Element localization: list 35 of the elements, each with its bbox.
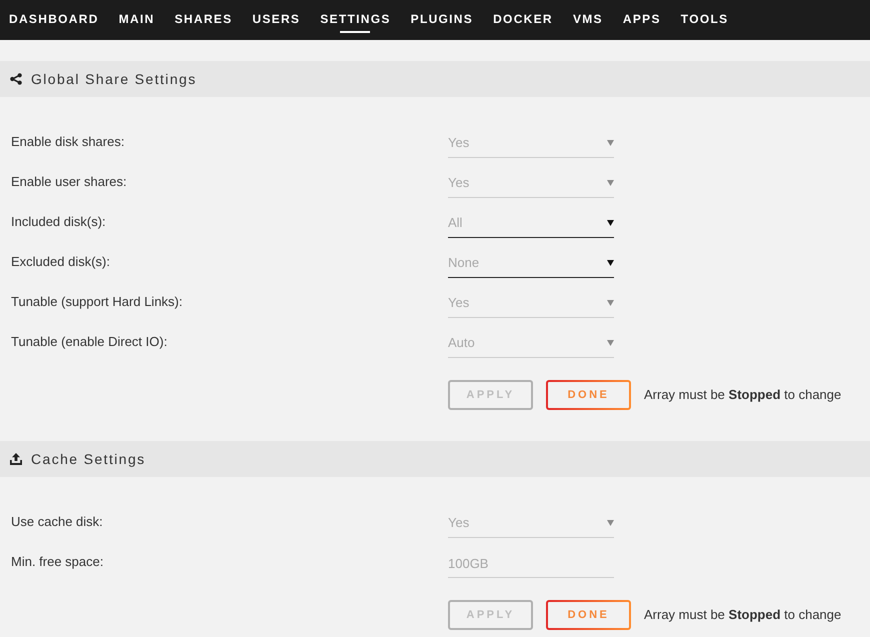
nav-tab[interactable]: PLUGINS (410, 0, 474, 40)
upload-icon (10, 453, 22, 465)
section-title: Cache Settings (31, 450, 146, 469)
action-button[interactable]: DONE (546, 380, 631, 410)
status-note: Array must be Stopped to change (644, 606, 842, 624)
nav-tab[interactable]: SHARES (174, 0, 232, 40)
status-note: Array must be Stopped to change (644, 386, 842, 404)
nav-tab[interactable]: TOOLS (680, 0, 728, 40)
select-field[interactable]: All (448, 212, 614, 238)
field-label: Excluded disk(s): (11, 253, 111, 271)
nav-tab[interactable]: DOCKER (493, 0, 553, 40)
field-label: Tunable (support Hard Links): (11, 293, 184, 311)
caret-icon (607, 140, 614, 146)
nav-tab[interactable]: USERS (252, 0, 300, 40)
nav-tab[interactable]: APPS (622, 0, 661, 40)
field-label: Enable user shares: (11, 173, 128, 191)
share-icon (10, 73, 22, 85)
field-label: Tunable (enable Direct IO): (11, 333, 168, 351)
caret-icon (607, 300, 614, 306)
caret-icon (607, 180, 614, 186)
caret-icon (607, 520, 614, 526)
caret-icon (607, 340, 614, 346)
action-button[interactable]: DONE (546, 600, 631, 630)
nav-tab[interactable]: VMS (572, 0, 603, 40)
caret-icon (607, 260, 614, 266)
nav-tab[interactable]: DASHBOARD (9, 0, 99, 40)
field-label: Use cache disk: (11, 513, 104, 531)
caret-icon (607, 220, 614, 226)
field-label: Enable disk shares: (11, 133, 126, 151)
select-field[interactable]: None (448, 252, 614, 278)
nav-tab[interactable]: SETTINGS (320, 0, 391, 40)
field-label: Included disk(s): (11, 213, 107, 231)
field-label: Min. free space: (11, 553, 104, 571)
nav-tab[interactable]: MAIN (118, 0, 155, 40)
section-title: Global Share Settings (31, 70, 197, 89)
